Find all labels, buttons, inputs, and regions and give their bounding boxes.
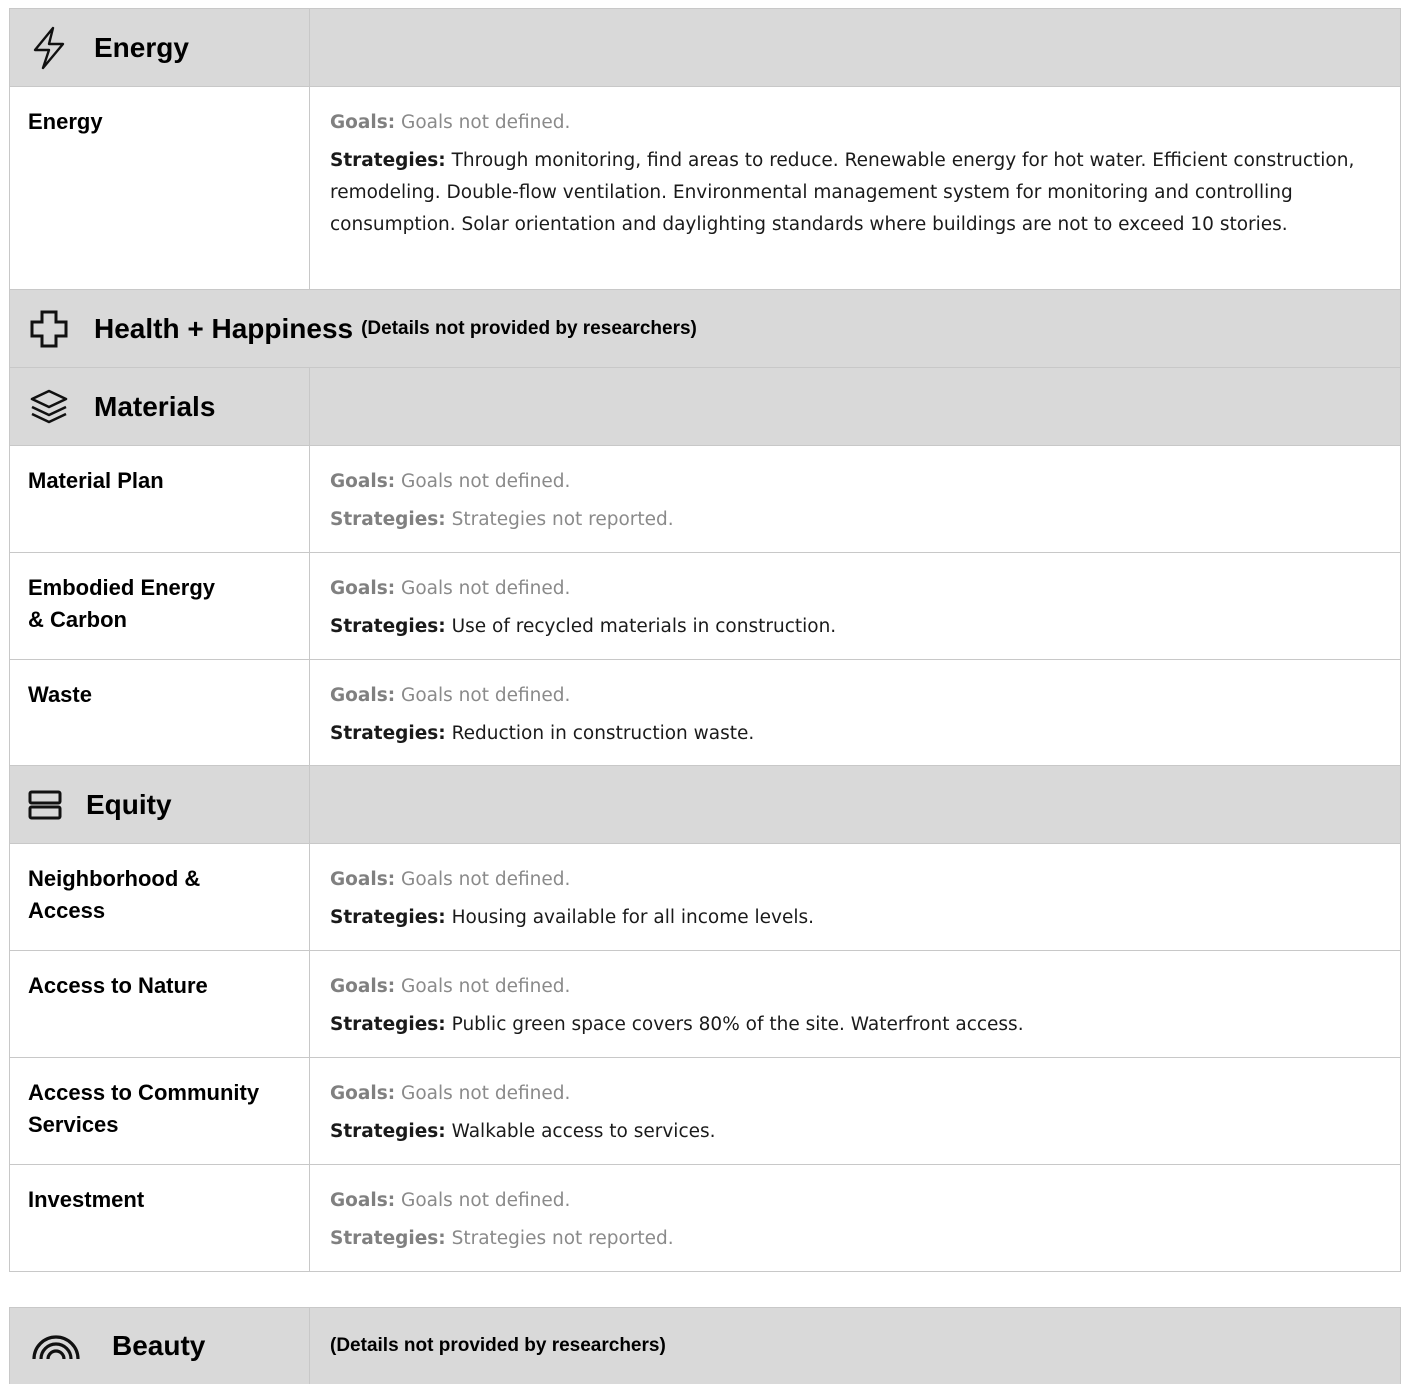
table-row: Investment Goals: Goals not defined. Str… (10, 1165, 1400, 1271)
goals-line: Goals: Goals not defined. (330, 1083, 571, 1104)
section-header-materials: Materials (10, 368, 1400, 446)
section-header-beauty: Beauty (Details not provided by research… (10, 1308, 1400, 1384)
stacked-bars-icon (28, 784, 62, 826)
lightning-icon (28, 26, 70, 69)
table-row: Material Plan Goals: Goals not defined. … (10, 446, 1400, 553)
strategies-line: Strategies: Use of recycled materials in… (330, 616, 837, 637)
row-details: Goals: Goals not defined. Strategies: Us… (310, 553, 1400, 659)
row-name: Material Plan (10, 446, 310, 552)
row-name: Neighborhood & Access (10, 844, 310, 950)
section-header-cell: Equity (10, 766, 310, 843)
strategies-line: Strategies: Reduction in construction wa… (330, 723, 755, 744)
row-name: Energy (10, 87, 310, 289)
goals-line: Goals: Goals not defined. (330, 1190, 571, 1211)
section-header-cell: Materials (10, 368, 310, 445)
goals-line: Goals: Goals not defined. (330, 685, 571, 706)
section-header-right (310, 368, 1400, 445)
section-header-health: Health + Happiness (Details not provided… (10, 290, 1400, 368)
section-title: Energy (94, 31, 189, 63)
row-name: Waste (10, 660, 310, 765)
strategies-line: Strategies: Strategies not reported. (330, 1228, 674, 1249)
row-name: Investment (10, 1165, 310, 1271)
section-title: Health + Happiness (94, 312, 354, 344)
table-row: Waste Goals: Goals not defined. Strategi… (10, 660, 1400, 766)
row-details: Goals: Goals not defined. Strategies: Pu… (310, 951, 1400, 1057)
section-header-equity: Equity (10, 766, 1400, 844)
strategies-line: Strategies: Strategies not reported. (330, 509, 674, 530)
row-name: Access to Nature (10, 951, 310, 1057)
row-details: Goals: Goals not defined. Strategies: Th… (310, 87, 1400, 289)
section-note: (Details not provided by researchers) (330, 1335, 666, 1356)
section-header-cell: Beauty (10, 1308, 310, 1384)
petals-table: Energy Energy Goals: Goals not defined. … (9, 8, 1401, 1272)
section-title: Equity (86, 788, 172, 820)
row-details: Goals: Goals not defined. Strategies: Re… (310, 660, 1400, 765)
row-details: Goals: Goals not defined. Strategies: St… (310, 446, 1400, 552)
goals-line: Goals: Goals not defined. (330, 869, 571, 890)
strategies-line: Strategies: Walkable access to services. (330, 1121, 716, 1142)
section-header-right (310, 766, 1400, 843)
plus-cross-icon (28, 308, 70, 350)
goals-line: Goals: Goals not defined. (330, 112, 571, 133)
layers-icon (28, 386, 70, 428)
section-title: Beauty (112, 1330, 206, 1361)
strategies-line: Strategies: Housing available for all in… (330, 907, 815, 928)
table-row: Embodied Energy & Carbon Goals: Goals no… (10, 553, 1400, 660)
section-header-right (310, 9, 1400, 86)
table-row: Access to Community Services Goals: Goal… (10, 1058, 1400, 1165)
beauty-table: Beauty (Details not provided by research… (9, 1307, 1401, 1384)
row-name: Embodied Energy & Carbon (10, 553, 310, 659)
section-note: (Details not provided by researchers) (361, 317, 697, 339)
goals-line: Goals: Goals not defined. (330, 471, 571, 492)
rainbow-icon (28, 1325, 84, 1367)
goals-line: Goals: Goals not defined. (330, 578, 571, 599)
row-details: Goals: Goals not defined. Strategies: St… (310, 1165, 1400, 1271)
strategies-line: Strategies: Through monitoring, find are… (330, 150, 1355, 235)
section-header-energy: Energy (10, 9, 1400, 87)
table-row: Energy Goals: Goals not defined. Strateg… (10, 87, 1400, 290)
table-row: Access to Nature Goals: Goals not define… (10, 951, 1400, 1058)
strategies-line: Strategies: Public green space covers 80… (330, 1014, 1024, 1035)
section-title: Materials (94, 390, 216, 422)
row-details: Goals: Goals not defined. Strategies: Wa… (310, 1058, 1400, 1164)
goals-line: Goals: Goals not defined. (330, 976, 571, 997)
section-header-cell: Energy (10, 9, 310, 86)
row-details: Goals: Goals not defined. Strategies: Ho… (310, 844, 1400, 950)
table-row: Neighborhood & Access Goals: Goals not d… (10, 844, 1400, 951)
row-name: Access to Community Services (10, 1058, 310, 1164)
